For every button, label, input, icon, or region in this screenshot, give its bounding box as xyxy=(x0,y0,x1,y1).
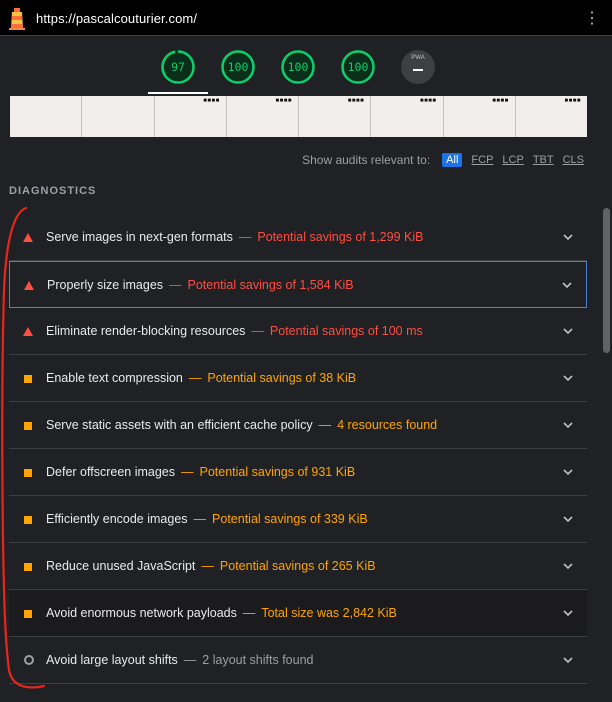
audit-separator: — xyxy=(188,371,202,385)
audit-row[interactable]: Avoid large layout shifts — 2 layout shift… xyxy=(9,637,587,684)
audit-separator: — xyxy=(318,418,332,432)
info-circle-icon xyxy=(24,655,34,665)
audit-title: Efficiently encode images xyxy=(46,512,188,526)
audit-separator: — xyxy=(169,277,182,292)
audit-row[interactable]: Avoid enormous network payloads — Total si… xyxy=(9,590,587,637)
score-gauge-seo[interactable]: 100 xyxy=(341,50,375,84)
filter-chip-all[interactable]: All xyxy=(442,153,463,167)
audit-detail: Potential savings of 1,299 KiB xyxy=(257,230,424,244)
audit-separator: — xyxy=(242,606,256,620)
audit-title: Avoid large layout shifts xyxy=(46,653,178,667)
score-value: 97 xyxy=(171,60,185,74)
audit-separator: — xyxy=(181,465,194,479)
audit-title: Eliminate render-blocking resources xyxy=(46,324,246,338)
section-title: DIAGNOSTICS xyxy=(9,185,97,197)
filter-chip-lcp[interactable]: LCP xyxy=(502,154,523,166)
score-value: 100 xyxy=(227,60,249,74)
audit-detail: Potential savings of 1,584 KiB xyxy=(187,277,354,292)
filmstrip-frame xyxy=(82,96,155,137)
audit-row[interactable]: Defer offscreen images — Potential savings… xyxy=(9,449,587,496)
audit-detail: Total size was 2,842 KiB xyxy=(261,606,397,620)
filmstrip-frame: ■■■■ xyxy=(515,96,587,137)
fail-triangle-icon xyxy=(23,327,33,336)
audit-detail: Potential savings of 38 KiB xyxy=(207,371,357,385)
audit-title: Avoid enormous network payloads xyxy=(46,606,237,620)
audit-separator: — xyxy=(238,230,252,244)
score-gauge-best-practices[interactable]: 100 xyxy=(281,50,315,84)
pwa-badge[interactable]: PWA xyxy=(401,50,435,84)
audit-title: Defer offscreen images xyxy=(46,465,175,479)
filter-label: Show audits relevant to: xyxy=(302,153,431,167)
audit-title: Enable text compression xyxy=(46,371,183,385)
fail-triangle-icon xyxy=(24,281,34,290)
audit-row[interactable]: Serve static assets with an efficient ca… xyxy=(9,402,587,449)
audit-separator: — xyxy=(251,324,264,338)
audit-title: Serve static assets with an efficient ca… xyxy=(46,418,313,432)
audit-row[interactable]: Eliminate render-blocking resources — Pote… xyxy=(9,308,587,355)
audit-list: Serve images in next-gen formats — Potenti… xyxy=(9,214,587,684)
filmstrip-frame: ■■■■ xyxy=(299,96,372,137)
chevron-down-icon[interactable] xyxy=(561,230,575,244)
filter-chip-fcp[interactable]: FCP xyxy=(471,154,493,166)
chevron-down-icon[interactable] xyxy=(561,606,575,620)
pwa-label: PWA xyxy=(411,55,425,61)
score-gauge-performance[interactable]: 97 xyxy=(161,50,195,84)
filter-chip-tbt[interactable]: TBT xyxy=(533,154,554,166)
audit-detail: 4 resources found xyxy=(337,418,438,432)
audit-filter: Show audits relevant to: All FCP LCP TBT… xyxy=(302,153,584,167)
average-square-icon xyxy=(24,610,32,618)
audit-row[interactable]: Enable text compression — Potential saving… xyxy=(9,355,587,402)
audit-title: Reduce unused JavaScript xyxy=(46,559,196,573)
pwa-dash-icon xyxy=(413,69,423,71)
filmstrip-frame: ■■■■ xyxy=(226,96,299,137)
chevron-down-icon[interactable] xyxy=(561,653,575,667)
average-square-icon xyxy=(24,469,32,477)
audit-row[interactable]: Serve images in next-gen formats — Potenti… xyxy=(9,214,587,261)
average-square-icon xyxy=(24,516,32,524)
filmstrip-frame: ■■■■ xyxy=(443,96,516,137)
audit-title: Serve images in next-gen formats xyxy=(46,230,233,244)
chevron-down-icon[interactable] xyxy=(561,512,575,526)
filmstrip-frame xyxy=(10,96,83,137)
audit-detail: Potential savings of 265 KiB xyxy=(219,559,376,573)
audit-detail: Potential savings of 100 ms xyxy=(269,324,423,338)
chevron-down-icon[interactable] xyxy=(561,418,575,432)
filmstrip: ■■■■ ■■■■ ■■■■ ■■■■ ■■■■ ■■■■ xyxy=(10,96,587,137)
filmstrip-frame: ■■■■ xyxy=(371,96,444,137)
average-square-icon xyxy=(24,375,32,383)
score-value: 100 xyxy=(347,60,369,74)
average-square-icon xyxy=(24,563,32,571)
chevron-down-icon[interactable] xyxy=(561,371,575,385)
audit-row[interactable]: Reduce unused JavaScript — Potential savin… xyxy=(9,543,587,590)
audit-row[interactable]: Properly size images — Potential savings o… xyxy=(9,261,587,308)
audit-separator: — xyxy=(183,653,197,667)
score-value: 100 xyxy=(287,60,309,74)
active-gauge-underline xyxy=(148,92,208,94)
audit-detail: Potential savings of 339 KiB xyxy=(212,512,368,526)
filmstrip-frame: ■■■■ xyxy=(154,96,227,137)
chevron-down-icon[interactable] xyxy=(561,324,575,338)
browser-toolbar: https://pascalcouturier.com/ ⋮ xyxy=(0,0,612,36)
audit-detail: Potential savings of 931 KiB xyxy=(199,465,356,479)
audit-title: Properly size images xyxy=(47,277,164,292)
chevron-down-icon[interactable] xyxy=(560,278,574,292)
chevron-down-icon[interactable] xyxy=(561,559,575,573)
lighthouse-logo-icon xyxy=(9,8,25,30)
audit-separator: — xyxy=(201,559,214,573)
chevron-down-icon[interactable] xyxy=(561,465,575,479)
score-gauge-accessibility[interactable]: 100 xyxy=(221,50,255,84)
scrollbar-thumb[interactable] xyxy=(603,208,610,353)
average-square-icon xyxy=(24,422,32,430)
audit-separator: — xyxy=(193,512,207,526)
kebab-menu-icon[interactable]: ⋮ xyxy=(584,9,600,29)
audit-row[interactable]: Efficiently encode images — Potential savi… xyxy=(9,496,587,543)
fail-triangle-icon xyxy=(23,233,33,242)
page-url[interactable]: https://pascalcouturier.com/ xyxy=(36,11,197,26)
score-gauges: 97 100 100 100 PWA xyxy=(0,36,612,96)
audit-detail: 2 layout shifts found xyxy=(202,653,314,667)
filter-chip-cls[interactable]: CLS xyxy=(563,154,584,166)
